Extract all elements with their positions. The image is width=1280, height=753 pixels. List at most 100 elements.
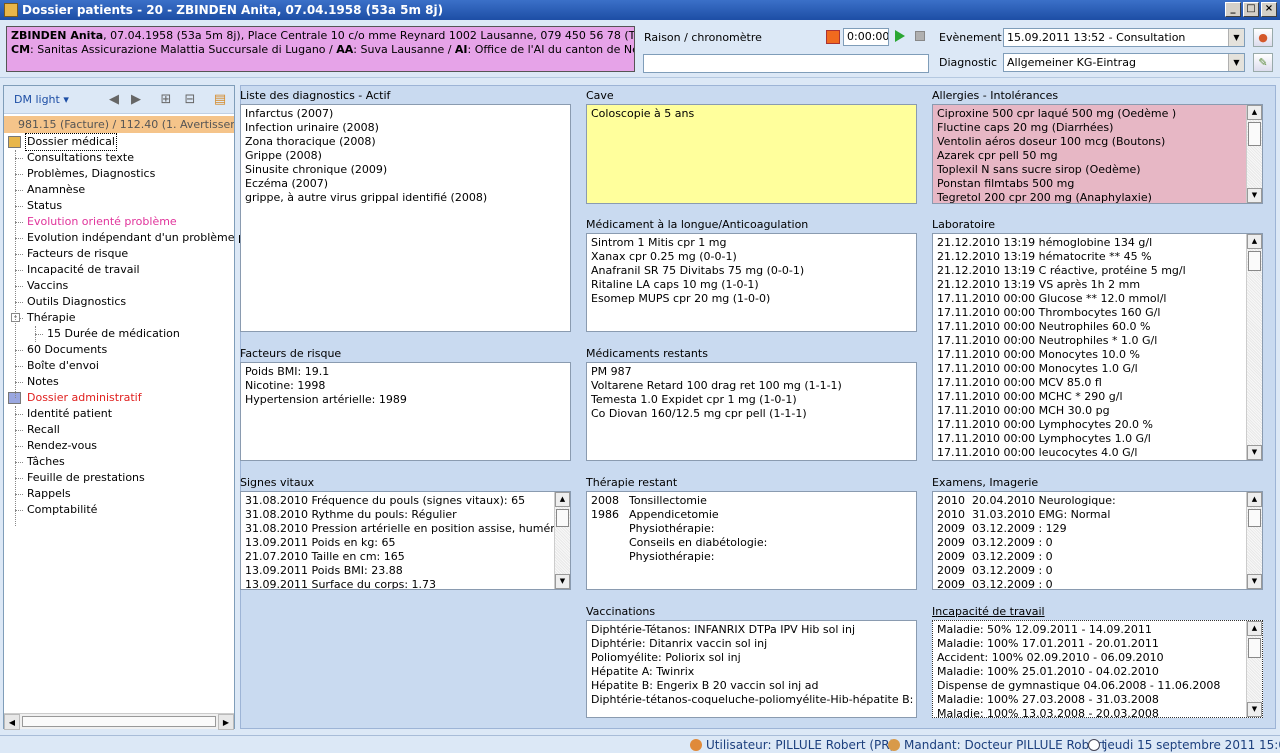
list-item[interactable]: Dispense de gymnastique 04.06.2008 - 11.… xyxy=(937,679,1259,693)
list-item[interactable]: 2009 03.12.2009 : 0 xyxy=(937,550,1259,564)
list-item[interactable]: grippe, à autre virus grippal identifié … xyxy=(245,191,567,205)
list-item[interactable]: Ventolin aéros doseur 100 mcg (Boutons) xyxy=(937,135,1259,149)
list-item[interactable]: Hépatite B: Engerix B 20 vaccin sol inj … xyxy=(591,679,913,693)
list-item[interactable]: Voltarene Retard 100 drag ret 100 mg (1-… xyxy=(591,379,913,393)
tree-item[interactable]: Evolution indépendant d'un problème pré xyxy=(26,230,257,246)
list-item[interactable]: 31.08.2010 Pression artérielle en positi… xyxy=(245,522,570,536)
close-button[interactable]: × xyxy=(1261,2,1277,17)
chevron-down-icon[interactable]: ▼ xyxy=(1228,29,1244,46)
patient-info-box[interactable]: ZBINDEN Anita, 07.04.1958 (53a 5m 8j), P… xyxy=(6,26,635,72)
list-item[interactable]: Sinusite chronique (2009) xyxy=(245,163,567,177)
list-item[interactable]: 2010 20.04.2010 Neurologique: xyxy=(937,494,1259,508)
tree-item[interactable]: Rendez-vous xyxy=(26,438,98,454)
list-item[interactable]: Grippe (2008) xyxy=(245,149,567,163)
list-item[interactable]: Tegretol 200 cpr 200 mg (Anaphylaxie) xyxy=(937,191,1259,203)
tree-item[interactable]: 60 Documents xyxy=(26,342,108,358)
list-item[interactable]: Maladie: 100% 13.03.2008 - 20.03.2008 xyxy=(937,707,1259,717)
medlongue-panel[interactable]: Sintrom 1 Mitis cpr 1 mg Xanax cpr 0.25 m… xyxy=(586,233,917,332)
tree-item[interactable]: Outils Diagnostics xyxy=(26,294,127,310)
tree-item[interactable]: Problèmes, Diagnostics xyxy=(26,166,156,182)
list-item[interactable]: Diphtérie-tétanos-coqueluche-poliomyélit… xyxy=(591,693,916,707)
play-icon[interactable] xyxy=(895,30,905,42)
list-item[interactable]: 21.12.2010 13:19 VS après 1h 2 mm xyxy=(937,278,1259,292)
list-item[interactable]: 31.08.2010 Fréquence du pouls (signes vi… xyxy=(245,494,567,508)
tree-item[interactable]: Evolution orienté problème xyxy=(26,214,178,230)
scroll-up-icon[interactable]: ▲ xyxy=(1247,492,1262,507)
list-item[interactable]: Poliomyélite: Poliorix sol inj xyxy=(591,651,913,665)
scroll-up-icon[interactable]: ▲ xyxy=(1247,105,1262,120)
list-item[interactable]: 17.11.2010 00:00 Neutrophiles * 1.0 G/l xyxy=(937,334,1259,348)
list-item[interactable]: 2009 03.12.2009 : 0 xyxy=(937,536,1259,550)
invoice-balance[interactable]: 981.15 (Facture) / 112.40 (1. Avertissem… xyxy=(4,116,234,133)
vertical-scrollbar[interactable]: ▲ ▼ xyxy=(1246,105,1262,203)
tree-item[interactable]: Dossier administratif xyxy=(26,390,143,406)
tree-item[interactable]: Tâches xyxy=(26,454,66,470)
list-item[interactable]: 17.11.2010 00:00 Glucose ** 12.0 mmol/l xyxy=(937,292,1259,306)
expand-tree-icon[interactable]: ⊞ xyxy=(158,92,174,108)
list-item[interactable]: PM 987 xyxy=(591,365,913,379)
list-item[interactable]: Co Diovan 160/12.5 mg cpr pell (1-1-1) xyxy=(591,407,913,421)
scroll-down-icon[interactable]: ▼ xyxy=(1247,445,1262,460)
list-item[interactable]: 17.11.2010 00:00 Thrombocytes 160 G/l xyxy=(937,306,1259,320)
list-item[interactable]: Poids BMI: 19.1 xyxy=(245,365,567,379)
scroll-down-icon[interactable]: ▼ xyxy=(1247,574,1262,589)
tree-item[interactable]: Facteurs de risque xyxy=(26,246,129,262)
evenement-select[interactable]: 15.09.2011 13:52 - Consultation ▼ xyxy=(1003,28,1245,47)
list-item[interactable]: 21.12.2010 13:19 hématocrite ** 45 % xyxy=(937,250,1259,264)
vertical-scrollbar[interactable]: ▲ ▼ xyxy=(1246,234,1262,460)
list-item[interactable]: 21.07.2010 Taille en cm: 165 xyxy=(245,550,567,564)
list-item[interactable]: 2009 03.12.2009 : 0 xyxy=(937,564,1259,578)
tree-item[interactable]: 15 Durée de médication xyxy=(46,326,181,342)
tree-item[interactable]: Anamnèse xyxy=(26,182,86,198)
scroll-thumb[interactable] xyxy=(556,509,569,527)
list-item[interactable]: Conseils en diabétologie: xyxy=(591,536,913,550)
list-item[interactable]: Hépatite A: Twinrix xyxy=(591,665,913,679)
scroll-thumb[interactable] xyxy=(1248,251,1261,271)
stop-icon[interactable] xyxy=(915,31,925,41)
tree-item[interactable]: Identité patient xyxy=(26,406,113,422)
list-item[interactable]: 17.11.2010 00:00 Monocytes 10.0 % xyxy=(937,348,1259,362)
list-item[interactable]: Anafranil SR 75 Divitabs 75 mg (0-0-1) xyxy=(591,264,913,278)
list-item[interactable]: Physiothérapie: xyxy=(591,522,913,536)
scroll-right-icon[interactable]: ▶ xyxy=(218,714,234,730)
list-item[interactable]: Hypertension artérielle: 1989 xyxy=(245,393,567,407)
sidebar-horizontal-scrollbar[interactable]: ◀ ▶ xyxy=(4,713,234,730)
tree-item[interactable]: Vaccins xyxy=(26,278,69,294)
list-item[interactable]: 21.12.2010 13:19 hémoglobine 134 g/l xyxy=(937,236,1259,250)
scroll-up-icon[interactable]: ▲ xyxy=(1247,621,1262,636)
scroll-down-icon[interactable]: ▼ xyxy=(1247,702,1262,717)
list-item[interactable]: 17.11.2010 00:00 Monocytes 1.0 G/l xyxy=(937,362,1259,376)
list-item[interactable]: 2009 03.12.2009 : 129 xyxy=(937,522,1259,536)
dm-light-dropdown[interactable]: DM light ▾ xyxy=(14,93,69,106)
list-item[interactable]: Ritaline LA caps 10 mg (1-0-1) xyxy=(591,278,913,292)
tree-item[interactable]: Dossier médical xyxy=(25,133,117,151)
tree-item[interactable]: Consultations texte xyxy=(26,150,135,166)
vertical-scrollbar[interactable]: ▲ ▼ xyxy=(1246,621,1262,717)
examens-panel[interactable]: 2010 20.04.2010 Neurologique: 2010 31.03.20… xyxy=(932,491,1263,590)
list-item[interactable]: Maladie: 50% 12.09.2011 - 14.09.2011 xyxy=(937,623,1259,637)
list-item[interactable]: Maladie: 100% 25.01.2010 - 04.02.2010 xyxy=(937,665,1259,679)
tree-item[interactable]: Feuille de prestations xyxy=(26,470,146,486)
facteurs-panel[interactable]: Poids BMI: 19.1 Nicotine: 1998 Hypertensio… xyxy=(240,362,571,461)
forward-arrow-icon[interactable]: ▶ xyxy=(128,92,144,108)
list-item[interactable]: Coloscopie à 5 ans xyxy=(591,107,913,121)
list-item[interactable]: Infarctus (2007) xyxy=(245,107,567,121)
list-item[interactable]: 13.09.2011 Poids en kg: 65 xyxy=(245,536,567,550)
scroll-down-icon[interactable]: ▼ xyxy=(555,574,570,589)
diagnostic-select[interactable]: Allgemeiner KG-Eintrag ▼ xyxy=(1003,53,1245,72)
list-item[interactable]: Zona thoracique (2008) xyxy=(245,135,567,149)
cave-panel[interactable]: Coloscopie à 5 ans xyxy=(586,104,917,204)
medrest-panel[interactable]: PM 987 Voltarene Retard 100 drag ret 100 … xyxy=(586,362,917,461)
list-item[interactable]: Diphtérie-Tétanos: INFANRIX DTPa IPV Hib… xyxy=(591,623,913,637)
list-item[interactable]: Toplexil N sans sucre sirop (Oedème) xyxy=(937,163,1259,177)
signes-panel[interactable]: 31.08.2010 Fréquence du pouls (signes vi… xyxy=(240,491,571,590)
list-item[interactable]: 1986 Appendicetomie xyxy=(591,508,913,522)
list-item[interactable]: Sintrom 1 Mitis cpr 1 mg xyxy=(591,236,913,250)
list-item[interactable]: 31.08.2010 Rythme du pouls: Régulier xyxy=(245,508,567,522)
tree-item[interactable]: Recall xyxy=(26,422,61,438)
list-item[interactable]: 17.11.2010 00:00 MCH 30.0 pg xyxy=(937,404,1259,418)
list-item[interactable]: 21.12.2010 13:19 C réactive, protéine 5 … xyxy=(937,264,1259,278)
list-item[interactable]: 2010 31.03.2010 EMG: Normal xyxy=(937,508,1259,522)
list-item[interactable]: Diphtérie: Ditanrix vaccin sol inj xyxy=(591,637,913,651)
list-item[interactable]: 17.11.2010 00:00 MCV 85.0 fl xyxy=(937,376,1259,390)
